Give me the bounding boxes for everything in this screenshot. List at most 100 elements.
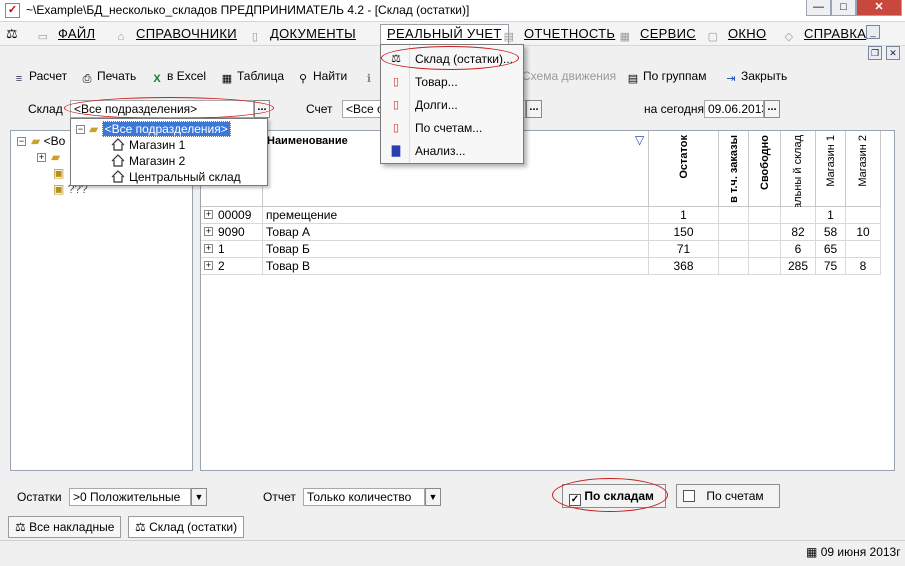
close-button[interactable]: ⇥ Закрыть <box>724 68 787 85</box>
date-label: на сегодня <box>644 102 704 116</box>
folder-icon: ▰ <box>51 150 61 164</box>
info-button[interactable]: ℹ <box>362 68 379 85</box>
grid-header: Наименование ▽ Остаток в т.ч. заказы Сво… <box>201 131 881 207</box>
sort-filter-icon[interactable]: ▽ <box>635 133 644 147</box>
dropdown-node-shop1[interactable]: Магазин 1 <box>111 137 185 153</box>
scales-icon: ⚖ <box>15 520 26 534</box>
schet-ellipsis-button[interactable]: ... <box>526 100 542 118</box>
close-window-button[interactable]: ✕ <box>856 0 902 16</box>
service-icon: ▦ <box>619 31 631 43</box>
by-warehouses-checkbox[interactable]: ✓ По складам <box>562 484 666 508</box>
table-row[interactable]: + 00009 премещение 1 1 <box>201 207 881 224</box>
report-icon: ▤ <box>503 31 515 43</box>
tab-all-invoices[interactable]: ⚖ Все накладные <box>8 516 122 538</box>
header-zakaz[interactable]: в т.ч. заказы <box>719 131 749 207</box>
ostatki-dropdown-button[interactable]: ▼ <box>191 488 207 506</box>
menu-item-debts[interactable]: ▯ Долги... <box>383 94 521 116</box>
menu-item-goods[interactable]: ▯ Товар... <box>383 71 521 93</box>
menu-bar: ⚖ ▭ ФАЙЛ ⌂ СПРАВОЧНИКИ ▯ ДОКУМЕНТЫ РЕАЛЬНЫЙ… <box>0 22 905 46</box>
document-icon: ▯ <box>392 76 400 88</box>
help-icon: ◇ <box>784 31 794 43</box>
menu-service[interactable]: ▦ СЕРВИС <box>618 26 696 44</box>
house-icon <box>111 154 125 167</box>
header-mag2[interactable]: Магазин 2 <box>846 131 881 207</box>
by-groups-button[interactable]: ▤ По группам <box>626 68 707 85</box>
calculate-button[interactable]: ≡ Расчет <box>12 68 67 85</box>
real-accounting-menu: ⚖ Склад (остатки)... ▯ Товар... ▯ Долги... … <box>380 44 524 164</box>
scales-icon[interactable]: ⚖ <box>6 26 18 42</box>
menu-help[interactable]: ◇ СПРАВКА <box>782 26 866 44</box>
document-icon: ▯ <box>392 122 400 134</box>
menu-documents[interactable]: ▯ ДОКУМЕНТЫ <box>248 26 356 44</box>
tree-collapse-toggle[interactable]: − <box>17 137 26 146</box>
row-expand-toggle[interactable]: + <box>204 227 213 236</box>
table-row[interactable]: + 2 Товар В 368 285 75 8 <box>201 258 881 275</box>
stock-grid[interactable]: Наименование ▽ Остаток в т.ч. заказы Сво… <box>200 130 895 471</box>
title-bar: ✓ ~\Example\БД_несколько_складов ПРЕДПРИ… <box>0 0 905 22</box>
dropdown-root-node[interactable]: ▰ <Все подразделения> <box>89 121 231 137</box>
dropdown-collapse-toggle[interactable]: − <box>76 125 85 134</box>
header-svobodno[interactable]: Свободно <box>749 131 781 207</box>
sklad-dropdown-tree[interactable]: − ▰ <Все подразделения> Магазин 1 Магази… <box>70 118 268 186</box>
by-accounts-checkbox[interactable]: По счетам <box>676 484 780 508</box>
mdi-restore-button[interactable]: ❐ <box>868 46 882 60</box>
dropdown-node-central[interactable]: Центральный склад <box>111 169 241 185</box>
menu-reports[interactable]: ▤ ОТЧЕТНОСТЬ <box>502 26 615 44</box>
menu-real-accounting[interactable]: РЕАЛЬНЫЙ УЧЕТ <box>380 24 509 46</box>
otchet-combo[interactable]: Только количество <box>303 488 425 506</box>
status-date: ▦ 09 июня 2013г <box>806 545 901 559</box>
dropdown-node-shop2[interactable]: Магазин 2 <box>111 153 185 169</box>
document-icon: ▯ <box>251 31 259 43</box>
print-button[interactable]: ⎙ Печать <box>80 68 137 85</box>
folder-icon: ▭ <box>37 31 49 43</box>
sklad-ellipsis-button[interactable]: ... <box>254 100 270 118</box>
header-ostatok[interactable]: Остаток <box>649 131 719 207</box>
header-mag1[interactable]: Магазин 1 <box>816 131 846 207</box>
row-expand-toggle[interactable]: + <box>204 244 213 253</box>
menu-file[interactable]: ▭ ФАЙЛ <box>36 26 95 44</box>
menu-item-warehouse-stock[interactable]: ⚖ Склад (остатки)... <box>383 48 521 70</box>
excel-button[interactable]: Xв Excel <box>150 68 206 85</box>
header-central[interactable]: Центральны й склад <box>781 131 816 207</box>
house-icon <box>111 138 125 151</box>
search-icon: ⚲ <box>298 73 308 85</box>
sklad-combo[interactable]: <Все подразделения> <box>70 100 254 118</box>
table-row[interactable]: + 1 Товар Б 71 6 65 <box>201 241 881 258</box>
package-icon: ▣ <box>53 166 65 180</box>
otchet-dropdown-button[interactable]: ▼ <box>425 488 441 506</box>
tab-warehouse-stock[interactable]: ⚖ Склад (остатки) <box>128 516 245 538</box>
date-field[interactable]: 09.06.2013 <box>704 100 764 118</box>
window-title: ~\Example\БД_несколько_складов ПРЕДПРИНИ… <box>26 3 470 17</box>
mdi-minimize-button[interactable]: _ <box>866 25 880 39</box>
scales-icon: ⚖ <box>391 53 401 65</box>
row-expand-toggle[interactable]: + <box>204 261 213 270</box>
info-icon: ℹ <box>366 73 372 85</box>
menu-item-analysis[interactable]: ▇ Анализ... <box>383 140 521 162</box>
status-bar: ▦ 09 июня 2013г <box>0 540 905 566</box>
menu-directories[interactable]: ⌂ СПРАВОЧНИКИ <box>114 26 237 44</box>
otchet-label: Отчет <box>263 490 296 504</box>
chart-icon: ▇ <box>391 145 401 157</box>
tree-root-node[interactable]: ▰ <Во <box>31 134 65 148</box>
excel-icon: X <box>153 73 161 85</box>
tree-expand-toggle[interactable]: + <box>37 153 46 162</box>
package-icon: ▣ <box>53 182 65 196</box>
maximize-button[interactable]: □ <box>831 0 856 16</box>
menu-item-by-accounts[interactable]: ▯ По счетам... <box>383 117 521 139</box>
window-icon: ▢ <box>707 31 719 43</box>
table-button[interactable]: ▦ Таблица <box>220 68 284 85</box>
table-row[interactable]: + 9090 Товар А 150 82 58 10 <box>201 224 881 241</box>
checkbox-checked: ✓ <box>569 494 581 506</box>
minimize-button[interactable]: — <box>806 0 831 16</box>
date-ellipsis-button[interactable]: ... <box>764 100 780 118</box>
row-expand-toggle[interactable]: + <box>204 210 213 219</box>
ostatki-combo[interactable]: >0 Положительные <box>69 488 191 506</box>
checkbox-unchecked <box>683 490 695 502</box>
mdi-close-button[interactable]: ✕ <box>886 46 900 60</box>
movement-scheme-button[interactable]: Схема движения <box>522 68 616 84</box>
ostatki-label: Остатки <box>17 490 62 504</box>
menu-window[interactable]: ▢ ОКНО <box>706 26 766 44</box>
app-icon[interactable]: ✓ <box>5 3 20 18</box>
find-button[interactable]: ⚲ Найти <box>296 68 347 85</box>
sklad-label: Склад <box>28 102 63 116</box>
